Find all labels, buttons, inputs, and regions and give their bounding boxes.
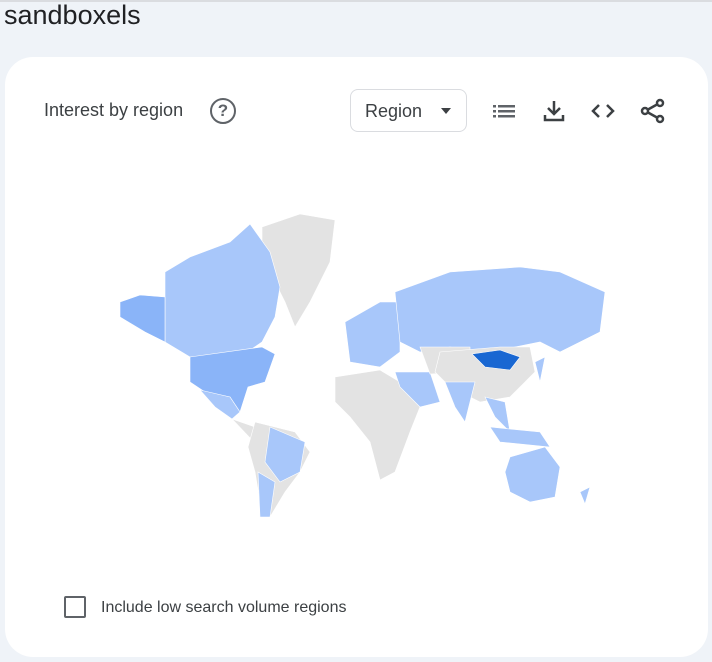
dropdown-arrow-icon: [441, 108, 451, 119]
card-title: Interest by region: [44, 100, 184, 120]
region-southeast-asia[interactable]: [484, 396, 511, 433]
share-icon[interactable]: [640, 98, 666, 124]
low-volume-label[interactable]: Include low search volume regions: [101, 599, 346, 617]
help-icon[interactable]: ?: [210, 98, 236, 124]
region-russia[interactable]: [394, 266, 606, 353]
download-icon[interactable]: [541, 98, 567, 124]
low-volume-checkbox[interactable]: [64, 596, 86, 618]
region-select[interactable]: Region: [350, 89, 467, 132]
region-australia[interactable]: [504, 446, 561, 503]
region-new-zealand[interactable]: [579, 486, 591, 505]
region-select-label: Region: [365, 101, 423, 121]
region-europe[interactable]: [344, 301, 401, 368]
region-indonesia[interactable]: [489, 426, 551, 448]
region-japan[interactable]: [534, 356, 546, 383]
region-alaska[interactable]: [119, 294, 166, 343]
region-india[interactable]: [444, 381, 476, 423]
world-map[interactable]: [100, 202, 620, 532]
region-canada[interactable]: [164, 223, 281, 358]
embed-icon[interactable]: [590, 98, 616, 124]
list-icon[interactable]: [491, 98, 517, 124]
search-term: sandboxels: [4, 0, 141, 30]
